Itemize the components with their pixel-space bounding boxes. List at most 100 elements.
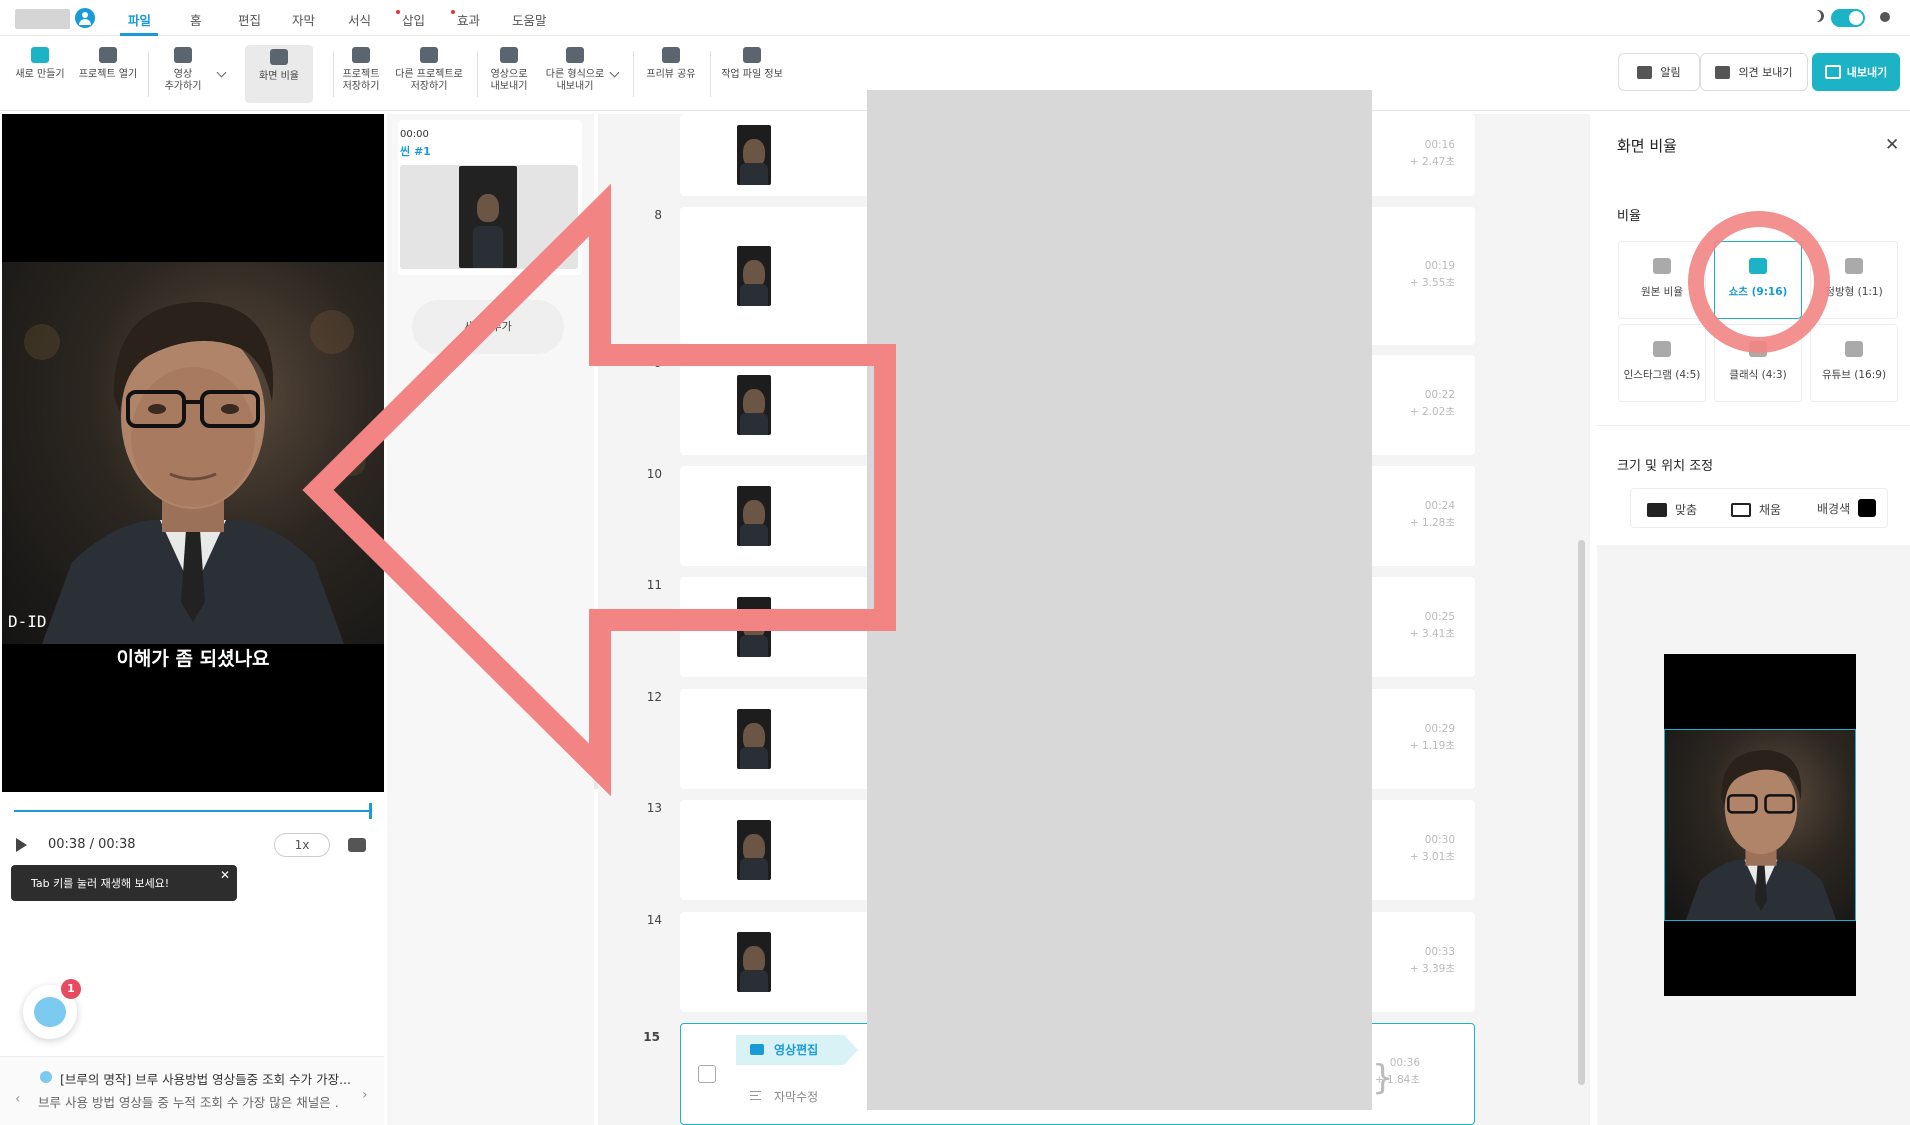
export-button[interactable]: 내보내기 <box>1812 53 1900 91</box>
menu-subtitle[interactable]: 자막 <box>292 10 315 29</box>
divider <box>148 51 149 97</box>
download-icon <box>352 47 370 63</box>
add-scene-button[interactable]: 새 씬 추가 <box>412 300 564 354</box>
save-project-button[interactable]: 프로젝트 저장하기 <box>340 47 382 93</box>
close-icon[interactable]: ✕ <box>1885 135 1899 155</box>
divider <box>710 51 711 97</box>
row-thumbnail[interactable] <box>737 246 771 306</box>
aspect-ratio-button[interactable]: 화면 비율 <box>245 45 313 103</box>
video-edit-tag[interactable]: 영상편집 <box>736 1035 858 1065</box>
feedback-button[interactable]: 의견 보내기 <box>1700 53 1808 91</box>
ratio-preview-image[interactable] <box>1664 729 1856 921</box>
app-logo <box>15 9 70 29</box>
ratio-youtube[interactable]: 유튜브 (16:9) <box>1810 324 1898 402</box>
new-dot-icon <box>396 10 400 14</box>
row-number: 14 <box>646 913 662 927</box>
row-time: 00:33 + 3.39초 <box>1409 946 1455 975</box>
brace-icon: } <box>1372 1058 1394 1098</box>
open-project-button[interactable]: 프로젝트 열기 <box>76 47 140 81</box>
scene-name: 씬 #1 <box>400 145 431 158</box>
did-watermark: D-ID <box>8 612 47 631</box>
portrait-illustration-small <box>1685 750 1837 920</box>
bg-color-button[interactable]: 배경색 <box>1817 499 1877 517</box>
file-info-button[interactable]: 작업 파일 정보 <box>720 47 784 81</box>
thumb-face <box>477 194 499 222</box>
menu-format[interactable]: 서식 <box>348 10 371 29</box>
redacted-overlay <box>867 90 1372 1110</box>
menu-effects[interactable]: 효과 <box>457 10 480 29</box>
news-ticker[interactable]: [브루의 명작] 브루 사용방법 영상들중 조회 수가 가장... 브루 사용 … <box>0 1056 384 1125</box>
divider <box>1597 425 1910 426</box>
instagram-icon <box>1845 258 1863 274</box>
menu-edit[interactable]: 편집 <box>238 10 261 29</box>
menu-help[interactable]: 도움말 <box>512 10 547 29</box>
menu-file[interactable]: 파일 <box>128 10 151 29</box>
row-number: 10 <box>646 467 662 481</box>
row-time: 00:30 + 3.01초 <box>1409 834 1455 863</box>
video-preview[interactable]: D-ID 이해가 좀 되셨나요 <box>2 114 384 792</box>
add-video-icon <box>174 47 192 63</box>
thumb-suit <box>740 284 768 306</box>
clapper-icon <box>743 47 761 63</box>
thumb-suit <box>740 970 768 992</box>
menu-active-indicator <box>120 33 158 36</box>
row-thumbnail[interactable] <box>737 820 771 880</box>
chat-button[interactable]: 1 <box>23 979 81 1039</box>
progress-handle[interactable] <box>369 803 372 819</box>
video-export-icon <box>500 47 518 63</box>
chevron-right-icon[interactable]: › <box>362 1087 368 1103</box>
scene-thumbnail[interactable] <box>459 166 517 268</box>
row-thumbnail[interactable] <box>737 709 771 769</box>
thumb-suit <box>740 524 768 546</box>
speed-button[interactable]: 1x <box>274 833 330 857</box>
user-icon[interactable] <box>75 8 95 28</box>
chevron-down-icon[interactable] <box>216 67 227 78</box>
row-checkbox[interactable] <box>698 1065 716 1083</box>
save-as-button[interactable]: 다른 프로젝트로 저장하기 <box>394 47 464 93</box>
fit-button[interactable]: 맞춤 <box>1647 501 1697 518</box>
row-thumbnail[interactable] <box>737 932 771 992</box>
clapper-icon <box>99 47 117 63</box>
divider <box>333 51 334 97</box>
row-thumbnail[interactable] <box>737 597 771 657</box>
play-icon[interactable] <box>16 838 27 852</box>
theme-toggle[interactable] <box>1831 9 1865 27</box>
chat-bot-icon <box>34 997 66 1027</box>
caption-icon[interactable] <box>348 838 366 852</box>
export-video-button[interactable]: 영상으로 내보내기 <box>486 47 532 93</box>
progress-track[interactable] <box>14 810 372 812</box>
row-number: 11 <box>646 578 662 592</box>
row-thumbnail[interactable] <box>737 375 771 435</box>
panel-title: 화면 비율 <box>1617 137 1677 155</box>
moon-icon <box>1812 10 1824 22</box>
export-other-button[interactable]: 다른 형식으로 내보내기 <box>544 47 606 93</box>
menu-home[interactable]: 홈 <box>190 10 202 29</box>
close-icon[interactable]: ✕ <box>220 868 230 882</box>
row-number: 13 <box>646 801 662 815</box>
row-thumbnail[interactable] <box>737 125 771 185</box>
menu-insert[interactable]: 삽입 <box>402 10 425 29</box>
menu-bar: 파일 홈 편집 자막 서식 삽입 효과 도움말 <box>0 0 1910 36</box>
news-title[interactable]: [브루의 명작] 브루 사용방법 영상들중 조회 수가 가장... <box>60 1069 380 1088</box>
timeline-scrollbar[interactable] <box>1578 540 1585 1085</box>
row-number: 12 <box>646 690 662 704</box>
chat-dot-icon <box>40 1071 52 1083</box>
tab-play-tooltip: Tab 키를 눌러 재생해 보세요! ✕ <box>11 865 237 901</box>
row-thumbnail[interactable] <box>737 486 771 546</box>
thumb-suit <box>740 747 768 769</box>
fill-button[interactable]: 채움 <box>1731 501 1781 518</box>
thumb-suit <box>473 226 503 268</box>
fill-icon <box>1731 502 1751 517</box>
preview-share-button[interactable]: 프리뷰 공유 <box>644 47 698 81</box>
row-time: 00:29 + 1.19초 <box>1409 723 1455 752</box>
notifications-button[interactable]: 알림 <box>1618 53 1700 91</box>
export-icon <box>1824 65 1841 79</box>
chevron-left-icon[interactable]: ‹ <box>15 1091 21 1107</box>
ratio-instagram[interactable]: 인스타그램 (4:5) <box>1618 324 1706 402</box>
chevron-down-icon[interactable] <box>609 67 620 78</box>
subtitle-edit-tag[interactable]: 자막수정 <box>774 1088 818 1105</box>
row-time: 00:19 + 3.55초 <box>1409 260 1455 289</box>
scene-time: 00:00 <box>400 129 429 140</box>
new-project-button[interactable]: 새로 만들기 <box>12 47 68 81</box>
add-video-button[interactable]: 영상 추가하기 <box>158 47 208 93</box>
